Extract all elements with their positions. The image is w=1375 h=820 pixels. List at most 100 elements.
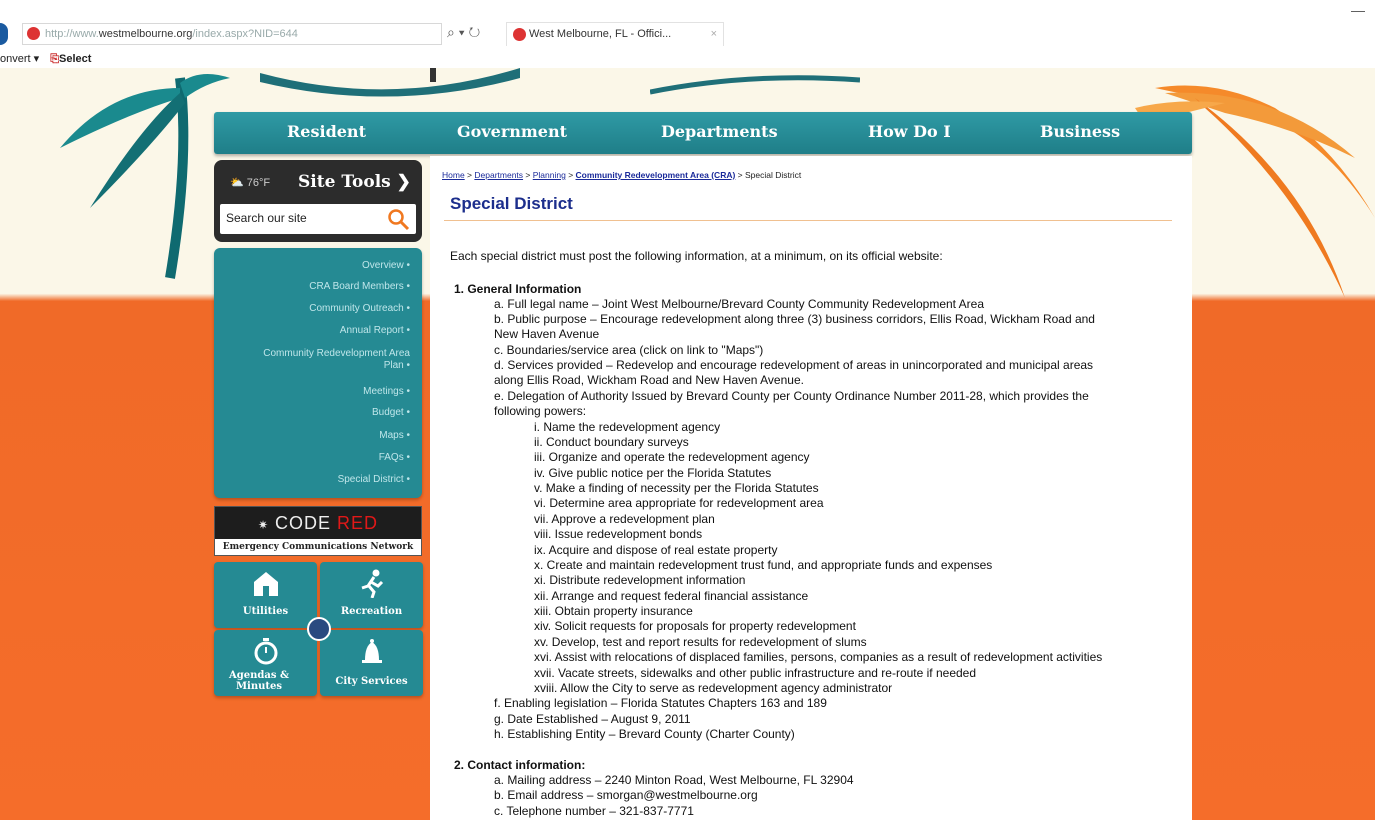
breadcrumb-sep: > bbox=[523, 170, 533, 180]
tab-favicon-icon bbox=[513, 28, 526, 41]
code-red-title: ✷ CODE RED bbox=[215, 513, 421, 534]
code-red-subtitle: Emergency Communications Network bbox=[215, 539, 421, 555]
tile-agendas[interactable]: Agendas & Minutes bbox=[214, 630, 317, 696]
list-item: New Haven Avenue bbox=[494, 327, 600, 341]
subnav-item-faqs[interactable]: FAQs • bbox=[379, 452, 410, 464]
minimize-icon[interactable]: — bbox=[1351, 2, 1365, 18]
breadcrumb-departments[interactable]: Departments bbox=[474, 170, 523, 180]
address-bar[interactable]: http://www.westmelbourne.org/index.aspx?… bbox=[22, 23, 442, 45]
tile-recreation[interactable]: Recreation bbox=[320, 562, 423, 628]
stopwatch-icon bbox=[254, 638, 278, 665]
breadcrumb-sep: > bbox=[464, 170, 475, 180]
runner-icon bbox=[361, 569, 384, 598]
list-item: f. Enabling legislation – Florida Statut… bbox=[494, 696, 827, 710]
subnav-item-board-members[interactable]: CRA Board Members • bbox=[309, 281, 410, 293]
select-button[interactable]: ⎘Select bbox=[50, 53, 91, 65]
back-button[interactable] bbox=[0, 23, 8, 45]
convert-button[interactable]: onvert bbox=[0, 53, 31, 65]
power-item: x. Create and maintain redevelopment tru… bbox=[534, 558, 993, 572]
subnav-item-area-plan[interactable]: Community Redevelopment Area Plan • bbox=[260, 348, 410, 372]
breadcrumb-sep: > bbox=[565, 170, 576, 180]
browser-tab[interactable]: West Melbourne, FL - Offici... × bbox=[506, 22, 724, 46]
palm-tree-left bbox=[60, 74, 230, 279]
list-item: g. Date Established – August 9, 2011 bbox=[494, 712, 691, 726]
tile-utilities[interactable]: Utilities bbox=[214, 562, 317, 628]
breadcrumb-planning[interactable]: Planning bbox=[533, 170, 566, 180]
search-icon[interactable] bbox=[386, 207, 410, 231]
main-content: Home > Departments > Planning > Communit… bbox=[430, 156, 1192, 820]
breadcrumb-cra[interactable]: Community Redevelopment Area (CRA) bbox=[576, 170, 736, 180]
subnav-label: Community Outreach bbox=[309, 303, 404, 314]
subnav-label: Special District bbox=[337, 474, 404, 485]
url-prefix: http://www. bbox=[45, 28, 99, 40]
subnav-item-maps[interactable]: Maps • bbox=[379, 430, 410, 442]
subnav-label: Community Redevelopment Area Plan bbox=[263, 348, 410, 371]
tile-agendas-label: Agendas & Minutes bbox=[229, 670, 289, 692]
weather-readout: ⛅ 76°F bbox=[230, 176, 270, 189]
power-item: xviii. Allow the City to serve as redeve… bbox=[534, 681, 893, 695]
tiles-center-ornament bbox=[307, 617, 331, 641]
nav-how-do-i[interactable]: How Do I bbox=[868, 122, 951, 141]
breadcrumb-home[interactable]: Home bbox=[442, 170, 465, 180]
power-item: vii. Approve a redevelopment plan bbox=[534, 512, 715, 526]
subnav-label: Maps bbox=[379, 430, 404, 441]
browser-chrome: http://www.westmelbourne.org/index.aspx?… bbox=[0, 0, 1375, 68]
bell-icon bbox=[362, 639, 382, 663]
subnav-label: FAQs bbox=[378, 452, 404, 463]
tile-city-services[interactable]: City Services bbox=[320, 630, 423, 696]
power-item: iv. Give public notice per the Florida S… bbox=[534, 466, 772, 480]
house-icon bbox=[254, 572, 278, 596]
list-item: h. Establishing Entity – Brevard County … bbox=[494, 727, 795, 741]
address-tools[interactable]: ⌕ ▾ ↻ bbox=[447, 24, 480, 41]
search-input[interactable] bbox=[220, 204, 370, 232]
list-item: along Ellis Road, Wickham Road and New H… bbox=[494, 373, 804, 387]
site-favicon-icon bbox=[27, 27, 40, 40]
close-tab-icon[interactable]: × bbox=[711, 23, 717, 45]
subnav-item-special-district[interactable]: Special District • bbox=[338, 474, 410, 486]
site-tools-button[interactable]: Site Tools ❯ bbox=[298, 172, 411, 192]
list-item: e. Delegation of Authority Issued by Bre… bbox=[494, 389, 1089, 403]
tile-utilities-label: Utilities bbox=[242, 606, 289, 617]
nav-departments[interactable]: Departments bbox=[661, 122, 778, 141]
subnav-label: Annual Report bbox=[339, 325, 404, 336]
code-red-star-icon: ✷ bbox=[257, 518, 269, 532]
code-red-banner[interactable]: ✷ CODE RED Emergency Communications Netw… bbox=[214, 506, 422, 556]
weather-icon: ⛅ bbox=[230, 177, 244, 189]
subnav-item-annual-report[interactable]: Annual Report • bbox=[340, 325, 410, 337]
subnav-label: CRA Board Members bbox=[309, 281, 404, 292]
list-item: a. Full legal name – Joint West Melbourn… bbox=[494, 297, 985, 311]
power-item: xiii. Obtain property insurance bbox=[534, 604, 693, 618]
nav-resident[interactable]: Resident bbox=[287, 122, 366, 141]
page-title: Special District bbox=[450, 194, 573, 213]
power-item: v. Make a finding of necessity per the F… bbox=[534, 481, 819, 495]
section-2-title: 2. Contact information: bbox=[454, 758, 586, 772]
section-subnav: Overview • CRA Board Members • Community… bbox=[214, 248, 422, 498]
list-item: a. Mailing address – 2240 Minton Road, W… bbox=[494, 773, 854, 787]
power-item: ii. Conduct boundary surveys bbox=[534, 435, 689, 449]
subnav-label: Budget bbox=[372, 407, 404, 418]
subnav-item-overview[interactable]: Overview • bbox=[362, 260, 410, 272]
url-path: /index.aspx?NID=644 bbox=[192, 28, 298, 40]
code-red-red: RED bbox=[337, 513, 379, 533]
power-item: vi. Determine area appropriate for redev… bbox=[534, 496, 824, 510]
main-nav: Resident Government Departments How Do I… bbox=[214, 112, 1192, 154]
subnav-item-outreach[interactable]: Community Outreach • bbox=[309, 303, 410, 315]
tile-city-services-label: City Services bbox=[335, 676, 408, 687]
power-item: xv. Develop, test and report results for… bbox=[534, 635, 867, 649]
subnav-item-budget[interactable]: Budget • bbox=[372, 407, 410, 419]
subnav-label: Meetings bbox=[363, 386, 404, 397]
intro-text: Each special district must post the foll… bbox=[450, 249, 943, 263]
title-divider bbox=[444, 220, 1172, 221]
breadcrumb-sep: > bbox=[735, 170, 745, 180]
list-item: following powers: bbox=[494, 404, 587, 418]
list-item: b. Email address – smorgan@westmelbourne… bbox=[494, 788, 758, 802]
breadcrumb-current: Special District bbox=[745, 170, 802, 180]
site-search bbox=[220, 204, 416, 234]
nav-business[interactable]: Business bbox=[1040, 122, 1120, 141]
nav-government[interactable]: Government bbox=[457, 122, 567, 141]
list-item: c. Boundaries/service area (click on lin… bbox=[494, 343, 764, 357]
power-item: xi. Distribute redevelopment information bbox=[534, 573, 746, 587]
select-icon: ⎘ bbox=[50, 53, 60, 65]
power-item: xiv. Solicit requests for proposals for … bbox=[534, 619, 856, 633]
subnav-item-meetings[interactable]: Meetings • bbox=[363, 386, 410, 398]
